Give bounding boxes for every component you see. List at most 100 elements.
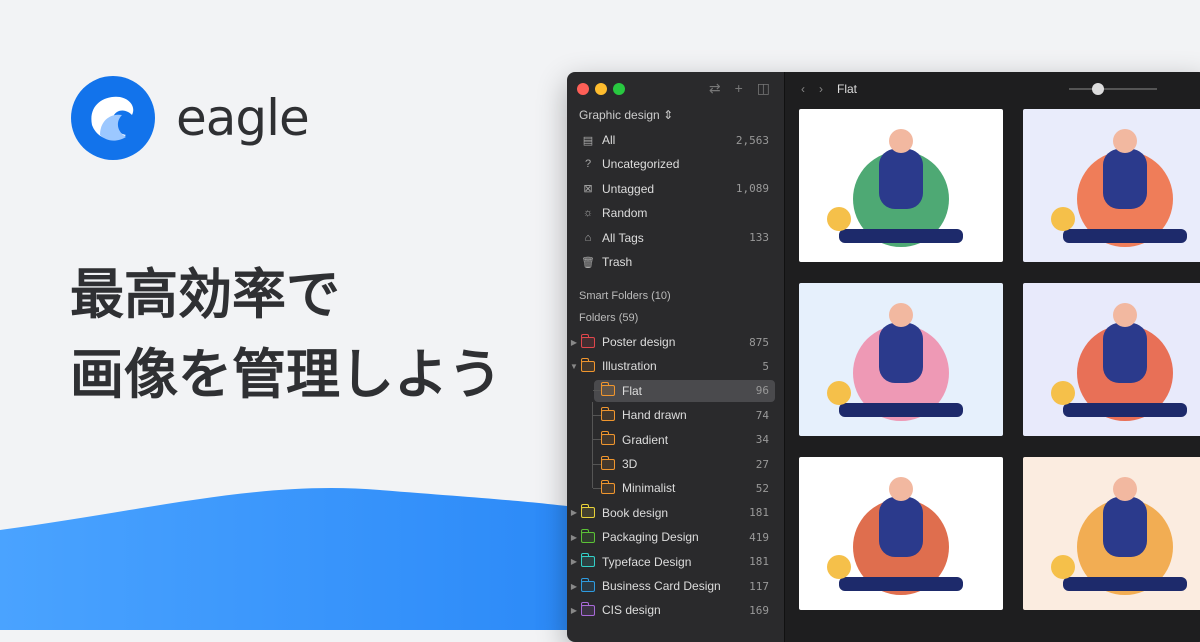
folder-label: Poster design bbox=[602, 335, 676, 349]
untagged-icon: ⊠ bbox=[583, 183, 593, 196]
sidebar-item[interactable]: ▤ All 2,563 bbox=[567, 129, 785, 151]
folders-header[interactable]: Folders (59) bbox=[579, 312, 638, 324]
caret-right-icon[interactable]: ▶ bbox=[567, 508, 581, 517]
folder-label: Book design bbox=[602, 505, 669, 520]
sidebar-item-count: 133 bbox=[749, 231, 769, 245]
folder-count: 74 bbox=[755, 408, 769, 422]
folder-item[interactable]: ▶ Book design 181 bbox=[567, 502, 785, 524]
minimize-button[interactable] bbox=[595, 83, 607, 95]
caret-right-icon[interactable]: ▶ bbox=[567, 557, 581, 566]
archive-icon: ▤ bbox=[582, 134, 594, 147]
sidebar-item[interactable]: 🗑 Trash bbox=[567, 251, 785, 273]
tree-branch bbox=[593, 390, 601, 392]
sidebar-item[interactable]: ⌂ All Tags 133 bbox=[567, 227, 785, 249]
subfolder-item[interactable]: Flat 96 bbox=[567, 379, 785, 402]
sidebar-item-count: 1,089 bbox=[735, 182, 769, 196]
eagle-logo: eagle bbox=[70, 75, 310, 161]
sidebar-item-label: All bbox=[602, 133, 616, 147]
caret-right-icon[interactable]: ▶ bbox=[567, 533, 581, 542]
library-name: Graphic design bbox=[579, 108, 660, 122]
caret-right-icon[interactable]: ▶ bbox=[567, 582, 581, 591]
folder-item[interactable]: ▶ Packaging Design 419 bbox=[567, 526, 785, 548]
illustration bbox=[827, 303, 963, 421]
folder-label: Minimalist bbox=[622, 481, 676, 496]
folder-count: 181 bbox=[749, 555, 769, 569]
headline: 最高効率で 画像を管理しよう bbox=[70, 255, 502, 415]
folder-label: Hand drawn bbox=[622, 408, 687, 423]
add-icon[interactable]: + bbox=[735, 80, 743, 97]
folder-item[interactable]: ▶ CIS design 169 bbox=[567, 599, 785, 621]
forward-icon[interactable]: › bbox=[819, 82, 823, 96]
image-thumbnail[interactable] bbox=[1023, 283, 1200, 436]
illustration bbox=[1051, 477, 1187, 595]
tree-branch bbox=[593, 487, 601, 489]
folder-count: 117 bbox=[749, 579, 769, 593]
smart-folders-header[interactable]: Smart Folders (10) bbox=[579, 290, 671, 302]
sidebar-item-label: Random bbox=[602, 206, 648, 221]
close-button[interactable] bbox=[577, 83, 589, 95]
sidebar-item[interactable]: ☼ Random bbox=[567, 202, 785, 224]
folder-icon bbox=[600, 431, 615, 446]
image-thumbnail[interactable] bbox=[1023, 457, 1200, 610]
folder-count: 169 bbox=[749, 603, 769, 617]
image-thumbnail[interactable] bbox=[1023, 109, 1200, 262]
folder-count: 96 bbox=[755, 384, 769, 398]
lightbulb-icon: ☼ bbox=[582, 207, 594, 220]
library-switcher[interactable]: Graphic design ⇕ bbox=[579, 108, 673, 122]
sidebar-item-count: 2,563 bbox=[735, 133, 769, 147]
subfolder-item[interactable]: Gradient 34 bbox=[567, 429, 785, 451]
folder-count: 52 bbox=[755, 481, 769, 495]
illustration bbox=[1051, 129, 1187, 247]
folder-icon bbox=[600, 382, 615, 397]
folder-item[interactable]: ▶ Business Card Design 117 bbox=[567, 575, 785, 597]
subfolder-item[interactable]: Hand drawn 74 bbox=[567, 404, 785, 426]
caret-right-icon[interactable]: ▶ bbox=[567, 606, 581, 615]
illustration bbox=[1051, 303, 1187, 421]
tree-branch bbox=[593, 439, 601, 441]
image-thumbnail[interactable] bbox=[799, 283, 1003, 436]
sidebar-item[interactable]: ? Uncategorized bbox=[567, 153, 785, 175]
folder-icon bbox=[580, 357, 595, 372]
caret-right-icon[interactable]: ▶ bbox=[567, 338, 581, 347]
folder-title: Flat bbox=[837, 82, 858, 96]
caret-down-icon[interactable]: ▼ bbox=[567, 362, 581, 371]
folder-label: Packaging Design bbox=[602, 530, 699, 545]
sidebar-toggle-icon[interactable]: ◫ bbox=[757, 80, 770, 97]
zoom-slider[interactable] bbox=[1069, 83, 1157, 95]
folder-icon bbox=[580, 528, 595, 543]
tree-branch bbox=[593, 463, 601, 465]
maximize-button[interactable] bbox=[613, 83, 625, 95]
folder-item[interactable]: ▼ Illustration 5 bbox=[567, 355, 785, 377]
sidebar: ⇄ + ◫ Graphic design ⇕ ▤ All 2,563 ? Unc… bbox=[567, 72, 785, 642]
illustration bbox=[827, 477, 963, 595]
folder-count: 875 bbox=[749, 335, 769, 349]
folder-icon bbox=[580, 504, 595, 519]
back-icon[interactable]: ‹ bbox=[801, 82, 805, 96]
folder-count: 34 bbox=[755, 433, 769, 447]
folder-icon bbox=[600, 479, 615, 494]
folder-item[interactable]: ▶ Typeface Design 181 bbox=[567, 551, 785, 573]
image-thumbnail[interactable] bbox=[799, 457, 1003, 610]
folder-item[interactable]: ▶ Poster design 875 bbox=[567, 331, 785, 353]
headline-line-1: 最高効率で bbox=[70, 263, 340, 326]
folder-icon bbox=[580, 333, 595, 348]
folder-label: Illustration bbox=[602, 359, 657, 374]
subfolder-item[interactable]: 3D 27 bbox=[567, 453, 785, 475]
sidebar-item-label: Uncategorized bbox=[602, 157, 680, 172]
zoom-slider-thumb[interactable] bbox=[1092, 83, 1105, 95]
sidebar-item[interactable]: ⊠ Untagged 1,089 bbox=[567, 178, 785, 200]
image-thumbnail[interactable] bbox=[799, 109, 1003, 262]
sidebar-item-label: Trash bbox=[602, 255, 633, 269]
sync-icon[interactable]: ⇄ bbox=[709, 80, 721, 97]
app-window: ⇄ + ◫ Graphic design ⇕ ▤ All 2,563 ? Unc… bbox=[567, 72, 1200, 642]
folder-label: CIS design bbox=[602, 603, 661, 618]
folder-icon bbox=[600, 406, 615, 421]
trash-icon: 🗑 bbox=[581, 256, 595, 269]
window-controls bbox=[577, 83, 625, 95]
headline-line-2: 画像を管理しよう bbox=[70, 343, 502, 406]
main-content: ‹ › Flat bbox=[785, 72, 1200, 642]
subfolder-item[interactable]: Minimalist 52 bbox=[567, 477, 785, 499]
folder-icon bbox=[580, 553, 595, 568]
folder-label: Gradient bbox=[622, 432, 669, 447]
folder-icon bbox=[600, 455, 615, 470]
